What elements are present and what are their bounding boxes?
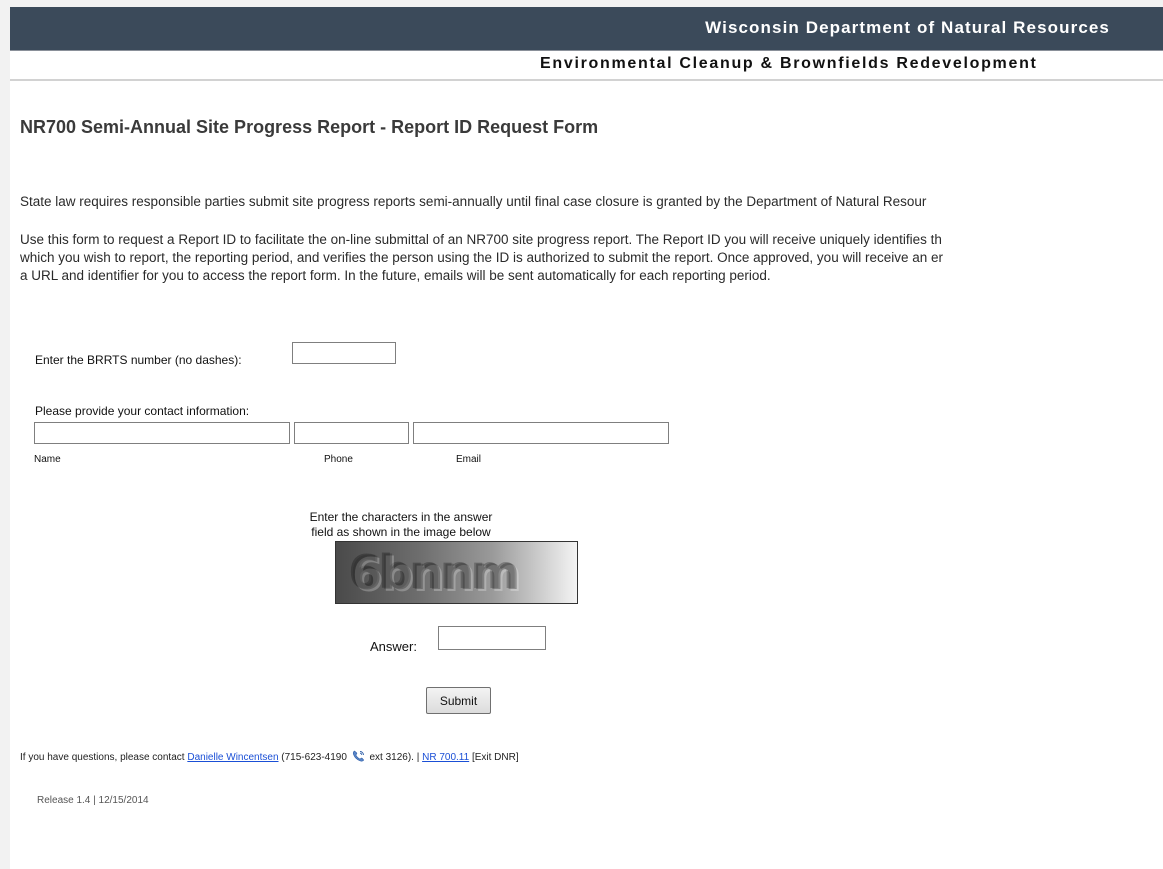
captcha-text: 6bnnm (350, 546, 520, 600)
answer-label: Answer: (370, 639, 417, 654)
intro-paragraph-2-line: Use this form to request a Report ID to … (20, 232, 942, 247)
page-title: NR700 Semi-Annual Site Progress Report -… (20, 117, 599, 137)
footer-contact: If you have questions, please contact Da… (20, 750, 519, 765)
phone-icon (352, 750, 365, 765)
footer-ext-text: ext 3126). | (366, 752, 423, 763)
exit-dnr-text: [Exit DNR] (469, 752, 519, 763)
intro-paragraph-2-line: a URL and identifier for you to access t… (20, 268, 771, 283)
captcha-image: 6bnnm (335, 541, 578, 604)
contact-name-link[interactable]: Danielle Wincentsen (187, 752, 278, 763)
program-header-bar: Environmental Cleanup & Brownfields Rede… (10, 51, 1163, 81)
name-caption: Name (34, 454, 61, 465)
agency-header-bar: Wisconsin Department of Natural Resource… (10, 7, 1163, 51)
email-caption: Email (456, 454, 482, 465)
footer-phone-text: (715-623-4190 (278, 752, 350, 763)
phone-input[interactable] (294, 422, 409, 444)
intro-paragraph-2: Use this form to request a Report ID to … (20, 231, 943, 285)
brrts-label: Enter the BRRTS number (no dashes): (35, 353, 242, 367)
nr-700-11-link[interactable]: NR 700.11 (422, 752, 469, 763)
page: Wisconsin Department of Natural Resource… (10, 7, 1163, 869)
name-input[interactable] (34, 422, 290, 444)
release-info: Release 1.4 | 12/15/2014 (37, 795, 149, 806)
footer-text: If you have questions, please contact (20, 752, 188, 763)
contact-info-label: Please provide your contact information: (35, 404, 250, 418)
intro-paragraph-1: State law requires responsible parties s… (20, 194, 927, 209)
email-input[interactable] (413, 422, 669, 444)
intro-paragraph-2-line: which you wish to report, the reporting … (20, 250, 943, 265)
brrts-number-input[interactable] (292, 342, 396, 364)
program-title: Environmental Cleanup & Brownfields Rede… (540, 55, 1038, 72)
phone-caption: Phone (324, 454, 353, 465)
agency-title: Wisconsin Department of Natural Resource… (705, 18, 1110, 37)
submit-button[interactable]: Submit (426, 687, 491, 714)
captcha-answer-input[interactable] (438, 626, 546, 650)
